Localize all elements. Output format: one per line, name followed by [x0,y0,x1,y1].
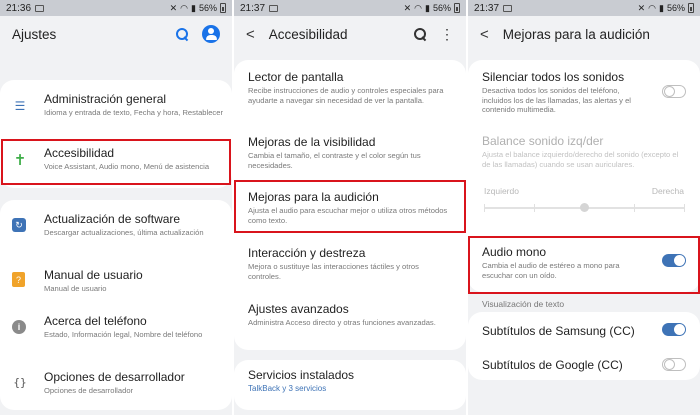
mute-all-toggle[interactable] [662,85,686,98]
page-title: Accesibilidad [268,26,348,42]
app-bar: Ajustes [0,16,232,52]
balance-left-label: Izquierdo [484,186,519,196]
wifi-icon: ◠ [414,2,423,13]
highlight-box [234,180,466,233]
wifi-icon: ◠ [648,2,657,13]
developer-icon: {} [13,375,27,389]
status-icons: ✕ ◠ ▮ 56% [638,3,694,14]
list-item-visibility[interactable]: Mejoras de la visibilidad Cambia el tama… [234,135,466,170]
settings-panel: 21:36 ✕ ◠ ▮ 56% Ajustes ☰ Administración… [0,0,232,415]
app-bar: < Accesibilidad ⋮ [234,16,466,52]
settings-item-manual[interactable]: ? Manual de usuario Manual de usuario [0,268,232,294]
status-time: 21:37 [474,2,500,14]
settings-item-developer[interactable]: {} Opciones de desarrollador Opciones de… [0,370,232,396]
battery-percent: 56% [666,3,685,13]
settings-item-about[interactable]: i Acerca del teléfono Estado, Informació… [0,314,232,340]
balance-right-label: Derecha [651,186,684,196]
battery-percent: 56% [432,3,451,13]
status-icons: ✕ ◠ ▮ 56% [404,3,460,14]
app-bar: < Mejoras para la audición [468,16,700,52]
settings-item-general[interactable]: ☰ Administración general Idioma y entrad… [0,92,232,118]
accessibility-panel: 21:37 ✕ ◠ ▮ 56% < Accesibilidad ⋮ Lector… [234,0,466,415]
highlight-box [1,139,231,185]
status-time: 21:37 [240,2,266,14]
mute-icon: ✕ [169,2,178,13]
more-options-icon[interactable]: ⋮ [440,27,454,41]
list-item-advanced[interactable]: Ajustes avanzados Administra Acceso dire… [234,302,466,328]
image-notification-icon [35,4,45,12]
settings-item-software-update[interactable]: ↻ Actualización de software Descargar ac… [0,212,232,238]
balance-slider-thumb [579,203,589,212]
signal-icon: ▮ [191,2,196,13]
page-title: Ajustes [12,26,57,42]
status-bar: 21:36 ✕ ◠ ▮ 56% [0,0,232,16]
wifi-icon: ◠ [180,2,189,13]
search-icon[interactable] [414,28,426,40]
section-header-text-display: Visualización de texto [482,299,565,309]
battery-percent: 56% [198,3,217,13]
image-notification-icon [503,4,513,12]
mute-icon: ✕ [637,2,646,13]
signal-icon: ▮ [425,2,430,13]
balance-slider [484,203,685,212]
software-update-icon: ↻ [12,218,26,232]
status-bar: 21:37 ✕ ◠ ▮ 56% [468,0,700,16]
account-icon[interactable] [202,25,220,43]
battery-icon [454,3,460,13]
mute-icon: ✕ [403,2,412,13]
back-icon[interactable]: < [246,26,255,43]
battery-icon [220,3,226,13]
search-icon[interactable] [176,28,188,40]
screenshot-composite: 21:36 ✕ ◠ ▮ 56% Ajustes ☰ Administración… [0,0,700,415]
list-item-screen-reader[interactable]: Lector de pantalla Recibe instrucciones … [234,70,466,105]
back-icon[interactable]: < [480,26,489,43]
google-cc-toggle[interactable] [662,358,686,371]
sliders-icon: ☰ [14,99,26,113]
list-item-balance: Balance sonido izq/der Ajusta el balance… [482,134,679,169]
highlight-box [468,236,700,294]
info-icon: i [12,320,26,334]
status-time: 21:36 [6,2,32,14]
list-item-interaction[interactable]: Interacción y destreza Mejora o sustituy… [234,246,466,281]
samsung-cc-toggle[interactable] [662,323,686,336]
hearing-panel: 21:37 ✕ ◠ ▮ 56% < Mejoras para la audici… [468,0,700,415]
signal-icon: ▮ [659,2,664,13]
status-icons: ✕ ◠ ▮ 56% [170,3,226,14]
manual-icon: ? [12,272,25,287]
battery-icon [688,3,694,13]
list-item-installed-services[interactable]: Servicios instalados TalkBack y 3 servic… [234,368,466,393]
page-title: Mejoras para la audición [502,26,650,42]
status-bar: 21:37 ✕ ◠ ▮ 56% [234,0,466,16]
image-notification-icon [269,4,279,12]
